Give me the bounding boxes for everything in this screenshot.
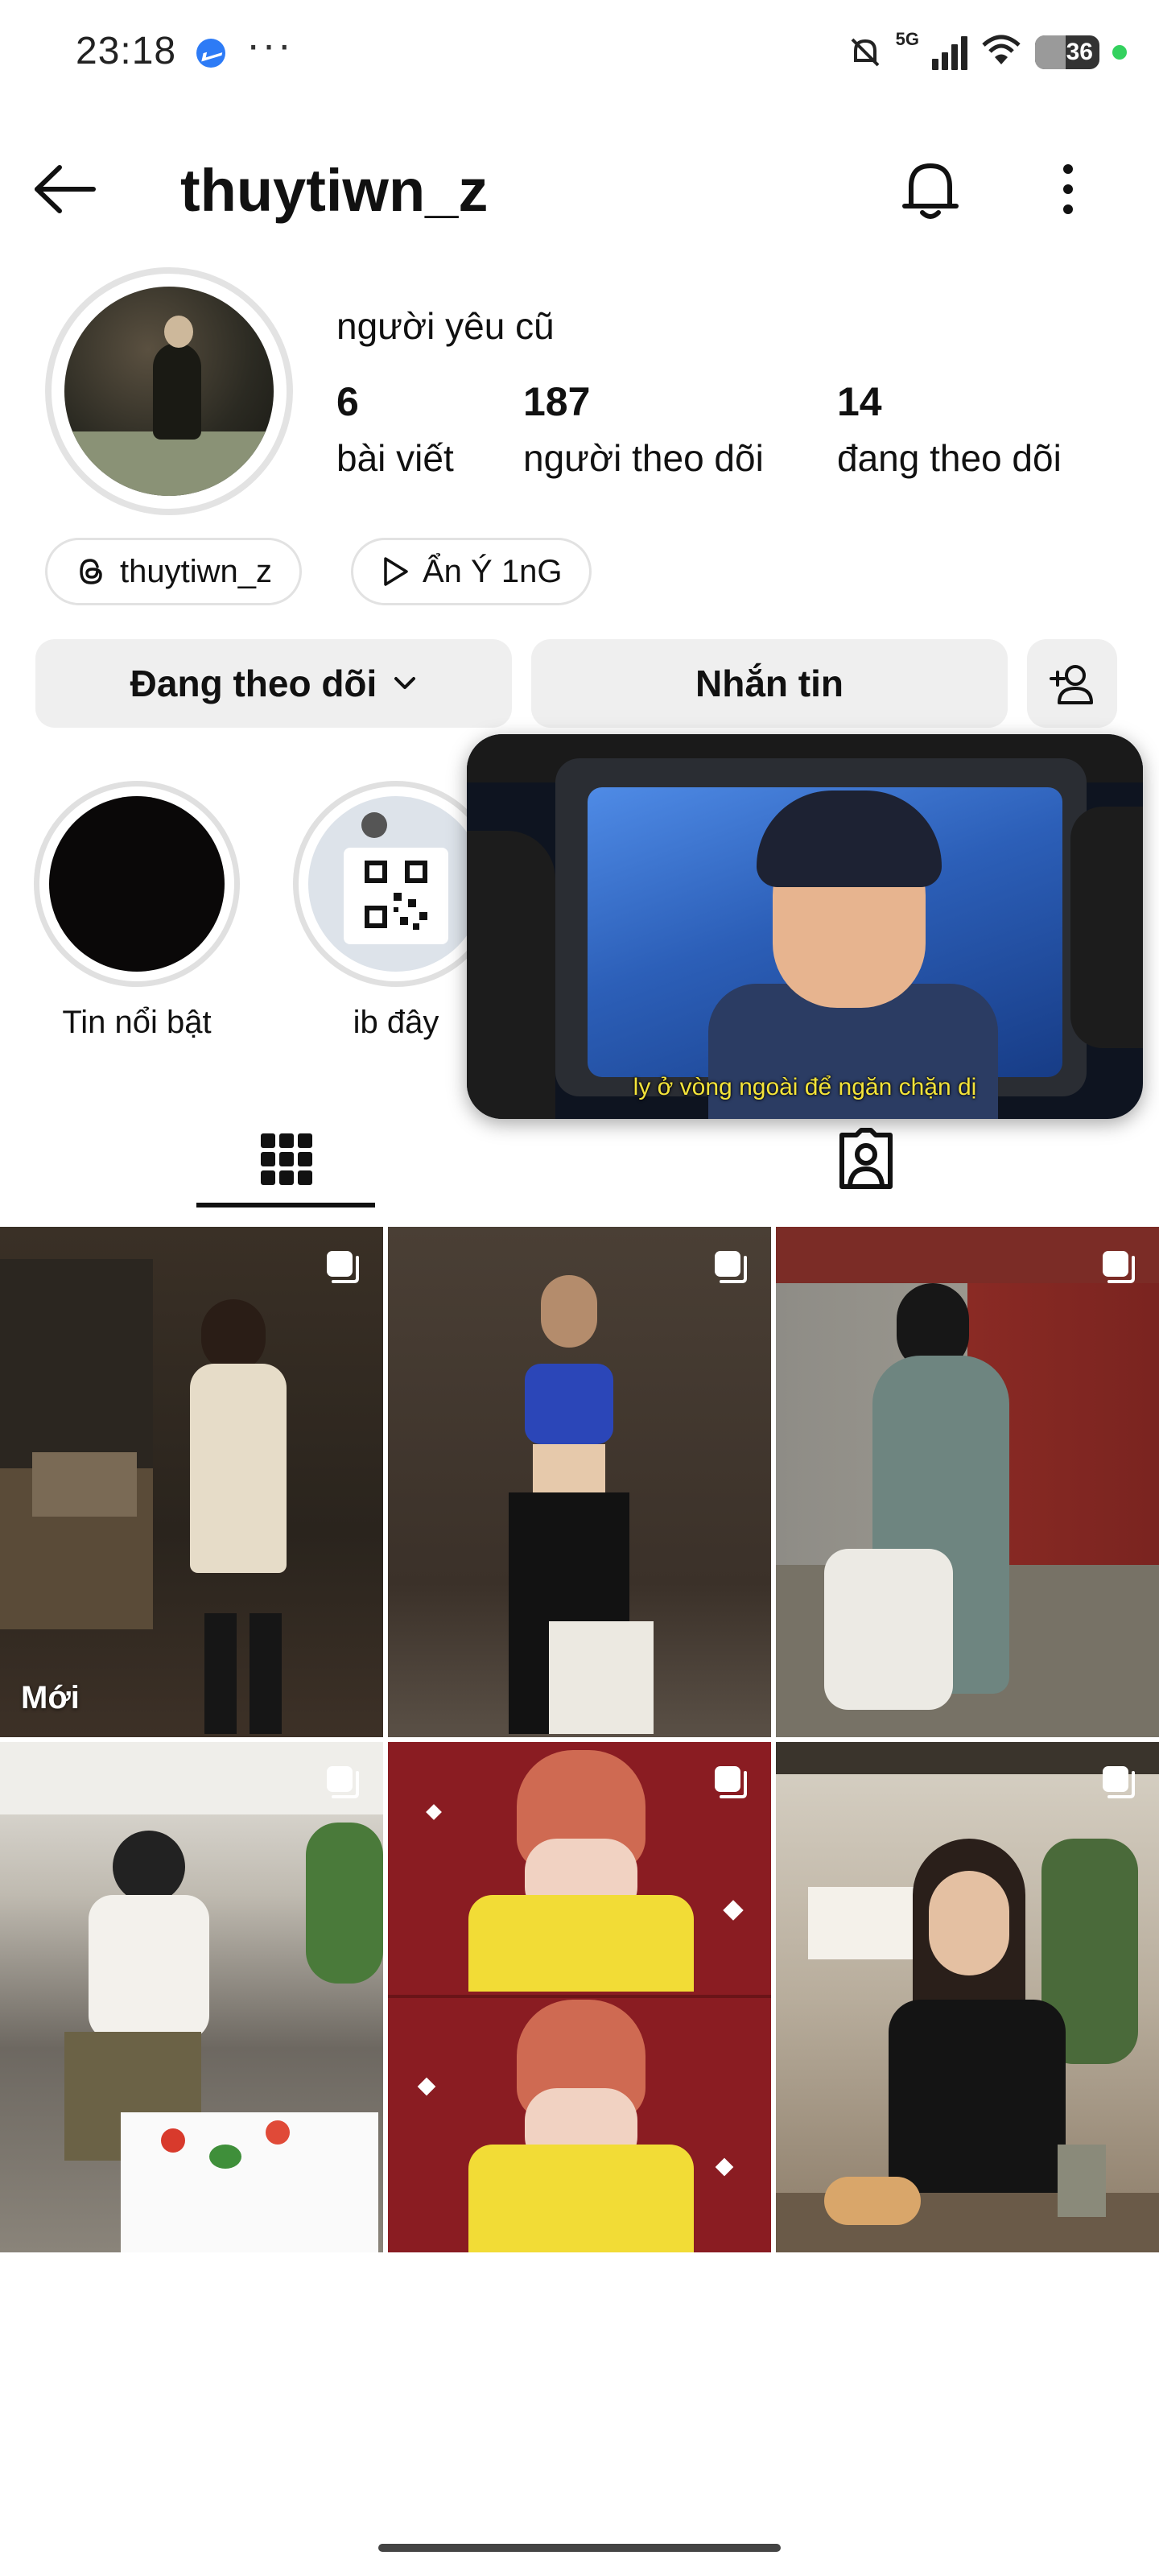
multiple-photos-icon	[715, 1251, 747, 1283]
posts-grid: Mới	[0, 1227, 1159, 2252]
message-button[interactable]: Nhắn tin	[531, 639, 1008, 728]
post-thumbnail[interactable]	[776, 1742, 1159, 2252]
multiple-photos-icon	[327, 1766, 359, 1798]
tab-tagged[interactable]	[769, 1111, 963, 1208]
stat-posts[interactable]: 6 bài viết	[336, 378, 454, 480]
following-button-label: Đang theo dõi	[130, 663, 377, 704]
threads-link-label: thuytiwn_z	[120, 553, 272, 589]
battery-icon: 36	[1035, 35, 1099, 69]
stat-following-label: đang theo dõi	[837, 437, 1062, 479]
active-tab-indicator	[196, 1203, 375, 1208]
multiple-photos-icon	[1103, 1766, 1135, 1798]
stat-followers[interactable]: 187 người theo dõi	[523, 378, 764, 480]
suggested-users-button[interactable]	[1027, 639, 1117, 728]
multiple-photos-icon	[327, 1251, 359, 1283]
back-button[interactable]	[32, 161, 97, 217]
more-dots-icon: ···	[246, 22, 293, 68]
play-icon	[384, 557, 408, 586]
highlight-label: Tin nổi bật	[62, 1005, 212, 1040]
status-indicator-dot	[1112, 44, 1127, 60]
multiple-photos-icon	[1103, 1251, 1135, 1283]
messenger-icon	[196, 39, 225, 68]
post-thumbnail[interactable]: Mới	[0, 1227, 383, 1737]
post-thumbnail[interactable]	[776, 1227, 1159, 1737]
avatar[interactable]	[45, 267, 293, 515]
network-type: 5G	[895, 28, 919, 49]
qr-code-icon	[365, 861, 427, 930]
music-pill-label: Ẩn Ý 1nG	[423, 553, 563, 589]
stat-following-value: 14	[837, 379, 882, 424]
wifi-icon	[980, 32, 1022, 72]
video-subtitle: ly ở vòng ngoài để ngăn chặn dị	[633, 1074, 977, 1100]
new-post-badge: Mới	[21, 1680, 80, 1715]
post-thumbnail[interactable]	[388, 1227, 771, 1737]
following-button[interactable]: Đang theo dõi	[35, 639, 512, 728]
arrow-left-icon	[35, 165, 96, 213]
grid-icon	[261, 1133, 312, 1185]
status-bar: 23:18 ··· 5G 36	[0, 0, 1159, 105]
notifications-button[interactable]	[898, 156, 963, 224]
page-title: thuytiwn_z	[180, 157, 489, 224]
signal-icon	[932, 35, 967, 70]
avatar-image	[64, 287, 274, 496]
status-time: 23:18	[76, 30, 177, 72]
kebab-menu-icon	[1063, 164, 1073, 214]
display-name: người yêu cũ	[336, 305, 555, 347]
post-thumbnail[interactable]	[0, 1742, 383, 2252]
music-pill[interactable]: Ẩn Ý 1nG	[351, 538, 592, 605]
highlight-cover	[34, 781, 240, 987]
post-thumbnail[interactable]	[388, 1742, 771, 2252]
stat-following[interactable]: 14 đang theo dõi	[837, 378, 1062, 480]
bell-icon	[902, 163, 959, 219]
highlight-item[interactable]: Tin nổi bật	[32, 781, 241, 1041]
tagged-person-icon	[839, 1128, 893, 1189]
multiple-photos-icon	[715, 1766, 747, 1798]
home-indicator[interactable]	[378, 2544, 781, 2552]
mute-icon	[848, 35, 883, 70]
threads-icon	[80, 559, 102, 584]
profile-header: thuytiwn_z	[0, 145, 1159, 233]
stat-followers-value: 187	[523, 379, 591, 424]
stat-posts-label: bài viết	[336, 437, 454, 479]
chevron-down-icon	[394, 677, 416, 689]
tab-posts-grid[interactable]	[190, 1111, 383, 1208]
picture-in-picture-video[interactable]: ly ở vòng ngoài để ngăn chặn dị	[467, 734, 1143, 1119]
stat-posts-value: 6	[336, 379, 359, 424]
threads-link-pill[interactable]: thuytiwn_z	[45, 538, 302, 605]
stat-followers-label: người theo dõi	[523, 437, 764, 479]
message-button-label: Nhắn tin	[695, 663, 843, 704]
battery-level: 36	[1066, 38, 1093, 65]
add-person-icon	[1050, 665, 1093, 704]
more-options-button[interactable]	[1048, 161, 1088, 217]
